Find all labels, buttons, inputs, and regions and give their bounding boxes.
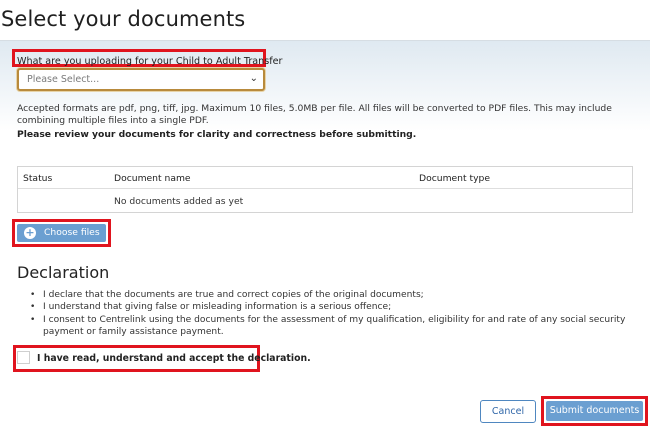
- select-value: Please Select...: [27, 74, 100, 85]
- chevron-down-icon: ⌄: [249, 73, 258, 84]
- declaration-item: I understand that giving false or mislea…: [30, 301, 635, 314]
- upload-type-label: What are you uploading for your Child to…: [17, 56, 283, 67]
- submit-documents-button[interactable]: Submit documents: [546, 401, 643, 421]
- header-document-name: Document name: [114, 173, 191, 184]
- review-notice: Please review your documents for clarity…: [17, 129, 417, 140]
- choose-files-label: Choose files: [44, 227, 100, 238]
- accepted-formats-text: Accepted formats are pdf, png, tiff, jpg…: [17, 103, 612, 126]
- header-document-type: Document type: [419, 173, 491, 184]
- declaration-title: Declaration: [17, 263, 110, 282]
- header-status: Status: [23, 173, 53, 184]
- documents-table: Status Document name Document type No do…: [17, 166, 633, 213]
- declaration-item: I consent to Centrelink using the docume…: [30, 314, 635, 339]
- plus-circle-icon: +: [24, 226, 36, 239]
- upload-type-select[interactable]: Please Select... ⌄: [17, 68, 265, 91]
- declaration-list: I declare that the documents are true an…: [30, 289, 635, 338]
- accept-declaration-checkbox[interactable]: [17, 351, 30, 364]
- table-header: Status Document name Document type: [18, 167, 632, 189]
- cancel-button[interactable]: Cancel: [480, 400, 536, 423]
- page-title: Select your documents: [1, 7, 246, 31]
- table-empty-row: No documents added as yet: [114, 196, 244, 207]
- declaration-item: I declare that the documents are true an…: [30, 289, 635, 302]
- choose-files-button[interactable]: + Choose files: [17, 224, 106, 242]
- accept-declaration-label[interactable]: I have read, understand and accept the d…: [37, 353, 311, 364]
